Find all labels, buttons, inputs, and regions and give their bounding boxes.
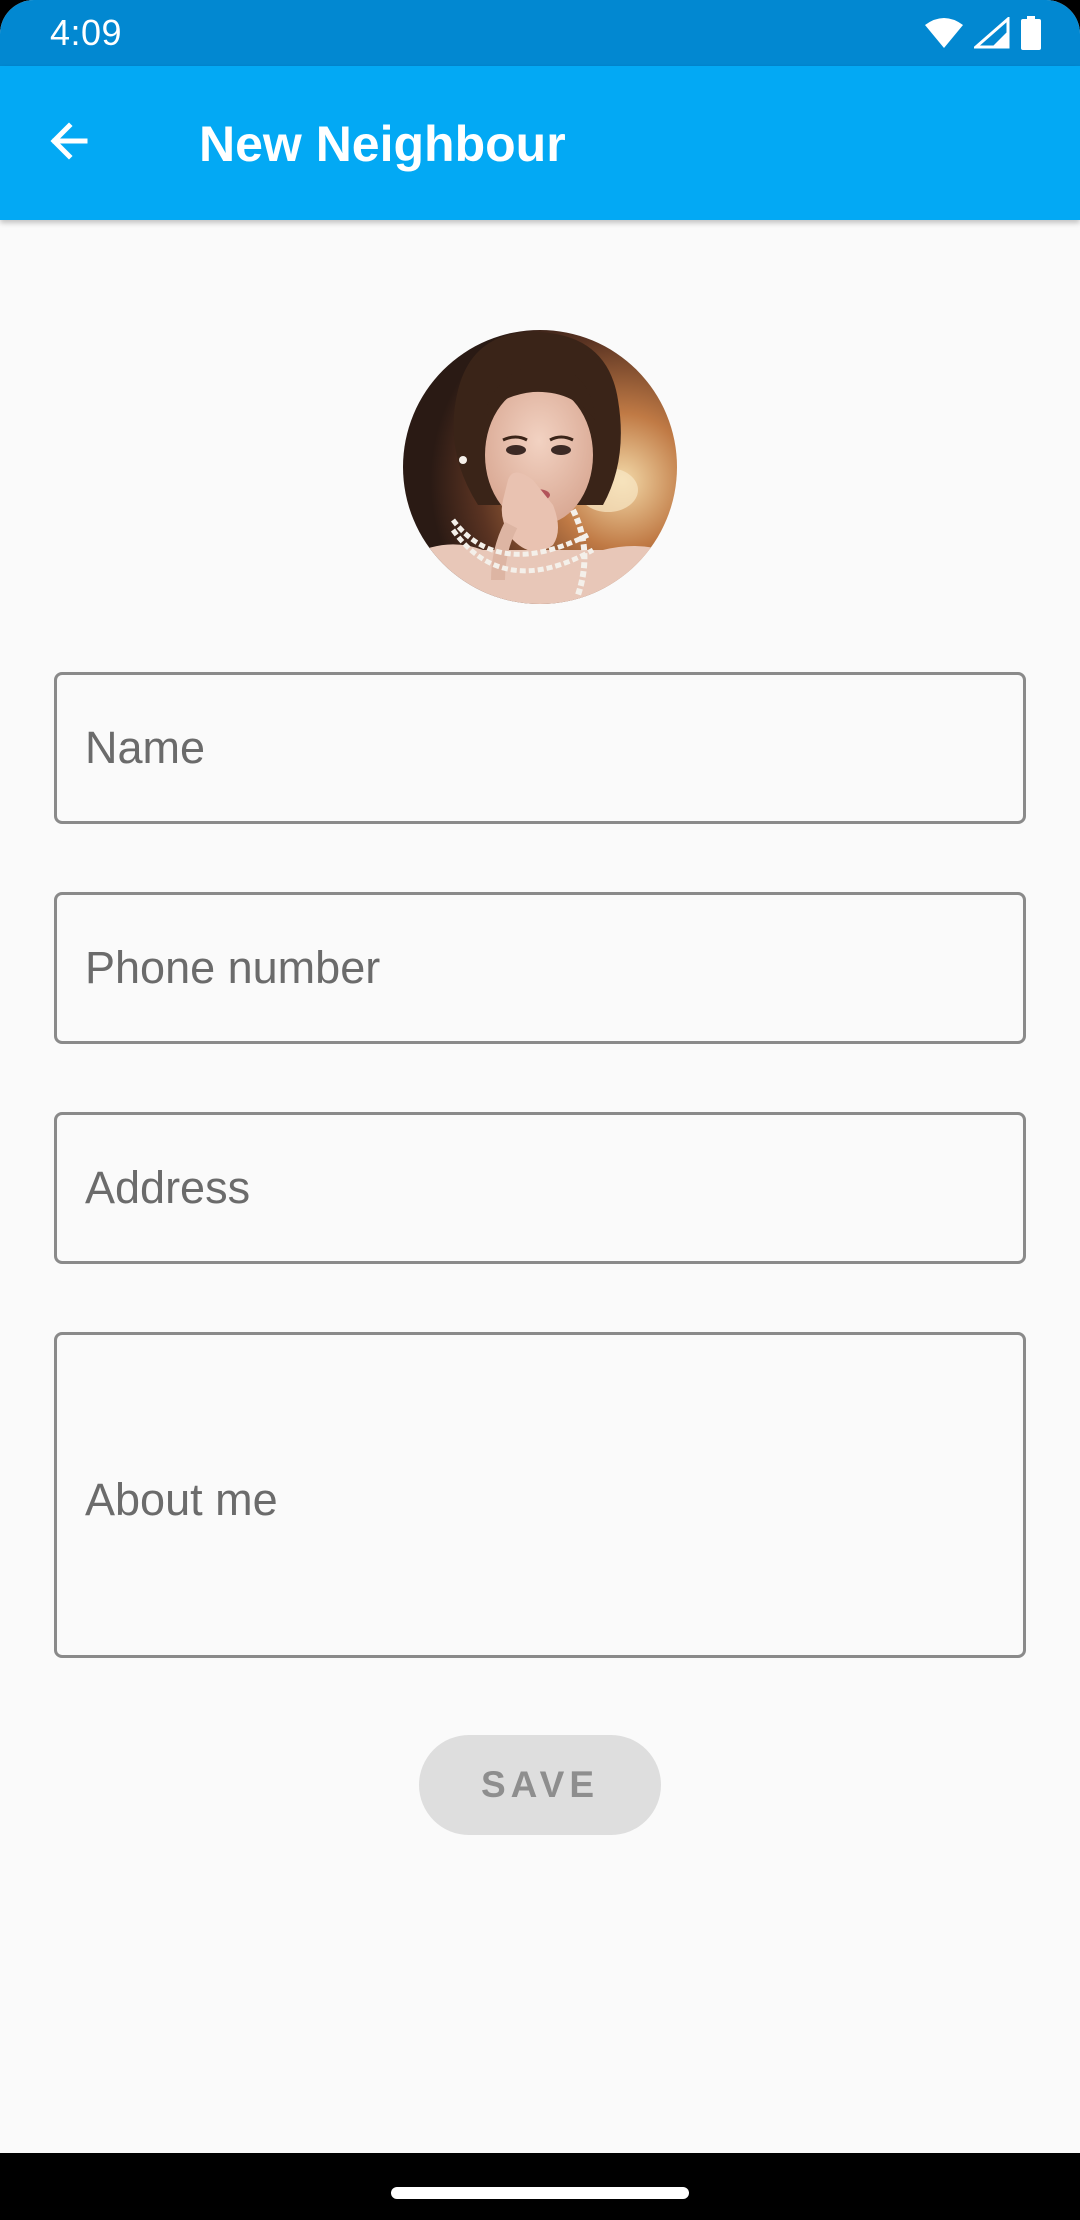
- name-input[interactable]: [57, 675, 1023, 821]
- page-title: New Neighbour: [199, 116, 566, 172]
- save-button[interactable]: SAVE: [419, 1735, 661, 1835]
- home-gesture-handle[interactable]: [391, 2187, 689, 2199]
- wifi-icon: [924, 17, 964, 49]
- app-bar: New Neighbour: [0, 66, 1080, 220]
- address-field[interactable]: [54, 1112, 1026, 1264]
- status-icons: [924, 14, 1042, 52]
- address-input[interactable]: [57, 1115, 1023, 1261]
- profile-photo: [403, 330, 677, 604]
- signal-icon: [974, 17, 1010, 49]
- about-me-input[interactable]: [57, 1335, 1023, 1655]
- battery-icon: [1020, 16, 1042, 50]
- status-time: 4:09: [50, 12, 123, 53]
- arrow-back-icon: [45, 117, 93, 170]
- about-me-field[interactable]: About me: [54, 1332, 1026, 1658]
- back-button[interactable]: [36, 110, 102, 176]
- phone-input[interactable]: [57, 895, 1023, 1041]
- navigation-bar: [0, 2153, 1080, 2220]
- status-bar: 4:09: [0, 0, 1080, 66]
- name-field[interactable]: [54, 672, 1026, 824]
- avatar[interactable]: [403, 330, 677, 604]
- phone-field[interactable]: [54, 892, 1026, 1044]
- screen: 4:09 New Neighbour Name Phone number Add…: [0, 0, 1080, 2220]
